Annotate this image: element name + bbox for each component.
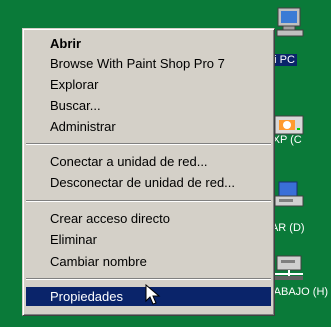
menu-item-browse-paint-shop-pro[interactable]: Browse With Paint Shop Pro 7 — [26, 54, 271, 73]
menu-item-buscar[interactable]: Buscar... — [26, 96, 271, 115]
network-drive-icon — [275, 255, 303, 280]
menu-separator — [26, 278, 271, 280]
menu-item-eliminar[interactable]: Eliminar — [26, 230, 271, 249]
menu-item-explorar[interactable]: Explorar — [26, 75, 271, 94]
network-drive-icon — [274, 181, 304, 207]
menu-item-conectar-unidad-red[interactable]: Conectar a unidad de red... — [26, 152, 271, 171]
desktop: Mi PC in XP (C RAR (D) TRABAJO (H) Abrir… — [0, 0, 331, 327]
context-menu: Abrir Browse With Paint Shop Pro 7 Explo… — [22, 28, 275, 316]
menu-item-administrar[interactable]: Administrar — [26, 117, 271, 136]
mouse-pointer-icon — [145, 284, 161, 305]
menu-item-desconectar-unidad-red[interactable]: Desconectar de unidad de red... — [26, 173, 271, 192]
my-computer-icon — [276, 7, 304, 37]
menu-item-crear-acceso-directo[interactable]: Crear acceso directo — [26, 209, 271, 228]
menu-item-cambiar-nombre[interactable]: Cambiar nombre — [26, 252, 271, 271]
menu-separator — [26, 200, 271, 202]
menu-separator — [26, 143, 271, 145]
menu-item-abrir[interactable]: Abrir — [26, 34, 271, 53]
